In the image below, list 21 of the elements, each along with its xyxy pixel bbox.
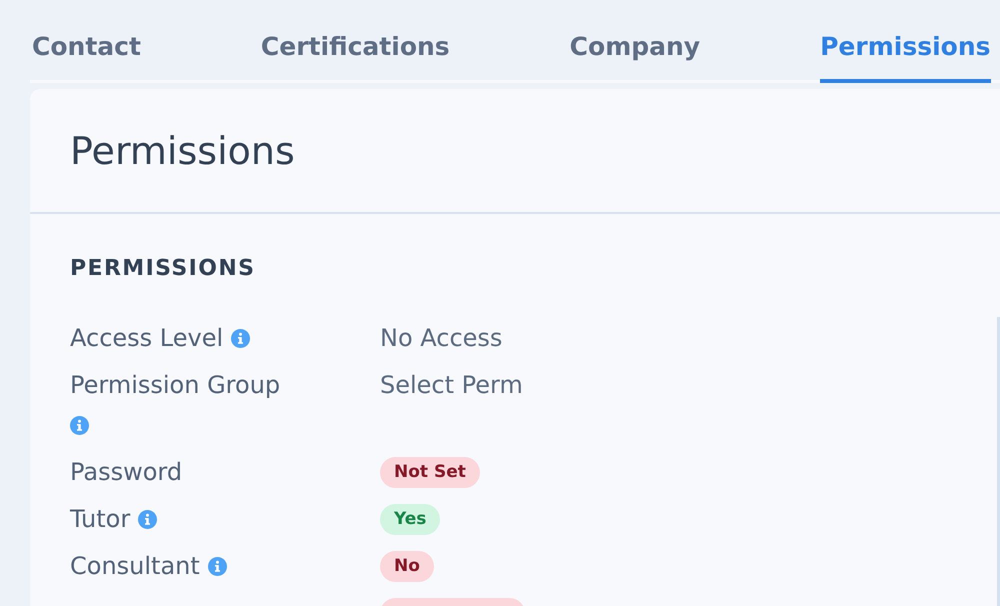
- field-label: Access Level: [70, 323, 224, 354]
- status-badge: Not Set: [380, 456, 480, 488]
- info-icon[interactable]: [70, 416, 89, 434]
- panel-title: Permissions: [70, 128, 295, 174]
- tab[interactable]: Certifications: [260, 0, 450, 83]
- field-value: Select Perm: [380, 370, 523, 401]
- info-icon[interactable]: [208, 556, 227, 576]
- field-value: No Access: [380, 323, 502, 354]
- tab[interactable]: Permissions: [820, 0, 991, 83]
- status-badge: Yes: [380, 504, 440, 534]
- info-icon[interactable]: [231, 328, 250, 348]
- field-label: Consultant: [70, 551, 200, 582]
- field-label: Tutor: [70, 504, 130, 535]
- scrollbar[interactable]: [997, 317, 1000, 606]
- info-icon[interactable]: [138, 510, 158, 528]
- field-label: Permission Group: [70, 370, 280, 401]
- status-badge: No: [380, 550, 434, 582]
- tab[interactable]: Contact: [32, 0, 141, 83]
- section-heading: PERMISSIONS: [70, 255, 256, 283]
- field-label: Password: [70, 457, 182, 488]
- tab[interactable]: Company: [570, 0, 700, 83]
